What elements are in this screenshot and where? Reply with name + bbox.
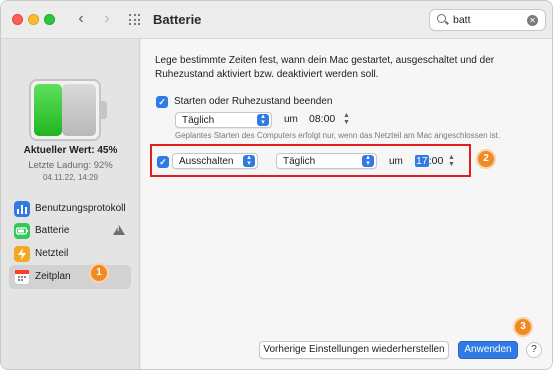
sidebar-item-schedule[interactable]: Zeitplan — [9, 265, 131, 289]
show-all-grid-icon[interactable] — [129, 14, 141, 26]
current-battery-value: Aktueller Wert: 45% — [23, 145, 118, 156]
intro-text: Lege bestimmte Zeiten fest, wann dein Ma… — [155, 55, 495, 80]
sidebar-item-power-adapter[interactable]: Netzteil — [9, 242, 131, 266]
wake-frequency-value: Täglich — [182, 115, 215, 126]
battery-fill — [34, 84, 62, 136]
warning-icon — [113, 225, 125, 235]
sidebar-item-label: Zeitplan — [35, 271, 71, 282]
battery-tip — [101, 101, 107, 119]
title-bar: ‹ › Batterie ✕ — [1, 1, 552, 39]
apply-button[interactable]: Anwenden — [458, 341, 518, 359]
zoom-window-button[interactable] — [44, 14, 55, 25]
bolt-icon — [14, 246, 30, 262]
last-charge-date: 04.11.22, 14:29 — [42, 173, 98, 182]
search-field[interactable]: ✕ — [429, 9, 546, 31]
battery-level-graphic — [29, 79, 109, 141]
battery-body — [29, 79, 101, 141]
help-button[interactable]: ? — [526, 342, 542, 358]
callout-marker-3: 3 — [513, 317, 533, 337]
sidebar-item-label: Benutzungsprotokoll — [35, 203, 126, 214]
highlight-box — [150, 144, 471, 177]
sidebar-item-usage-history[interactable]: Benutzungsprotokoll — [9, 197, 131, 221]
callout-marker-1: 1 — [89, 263, 109, 283]
sidebar-item-battery[interactable]: Batterie — [9, 219, 131, 243]
settings-window: ‹ › Batterie ✕ Aktueller Wert: 45% Letzt… — [0, 0, 553, 370]
bar-chart-icon — [14, 201, 30, 217]
clear-search-icon[interactable]: ✕ — [527, 15, 538, 26]
calendar-icon — [14, 269, 30, 285]
window-title: Batterie — [153, 12, 202, 27]
close-window-button[interactable] — [12, 14, 23, 25]
forward-arrow-icon[interactable]: › — [99, 10, 115, 28]
minimize-window-button[interactable] — [28, 14, 39, 25]
battery-icon — [14, 223, 30, 239]
search-icon — [437, 14, 446, 23]
sidebar-item-label: Netzteil — [35, 248, 69, 259]
callout-marker-2: 2 — [476, 149, 496, 169]
chevron-updown-icon: ▴ ▾ — [257, 113, 269, 126]
restore-defaults-button[interactable]: Vorherige Einstellungen wiederherstellen — [259, 341, 449, 359]
wake-checkbox[interactable]: ✓ — [156, 96, 168, 108]
wake-checkbox-label: Starten oder Ruhezustand beenden — [174, 96, 333, 107]
last-charge-value: Letzte Ladung: 92% — [28, 160, 113, 171]
wake-frequency-select[interactable]: Täglich ▴ ▾ — [175, 112, 272, 128]
battery-empty — [62, 84, 96, 136]
sidebar: Aktueller Wert: 45% Letzte Ladung: 92% 0… — [1, 39, 140, 369]
back-arrow-icon[interactable]: ‹ — [73, 10, 89, 28]
sidebar-item-label: Batterie — [35, 225, 70, 236]
wake-hint-text: Geplantes Starten des Computers erfolgt … — [175, 131, 501, 140]
wake-time-stepper[interactable]: ▲ ▼ — [342, 112, 351, 128]
wake-time-field[interactable]: 08:00 — [309, 113, 335, 129]
search-input[interactable] — [453, 13, 523, 27]
main-pane: Lege bestimmte Zeiten fest, wann dein Ma… — [141, 39, 552, 369]
wake-um-label: um — [284, 114, 298, 125]
